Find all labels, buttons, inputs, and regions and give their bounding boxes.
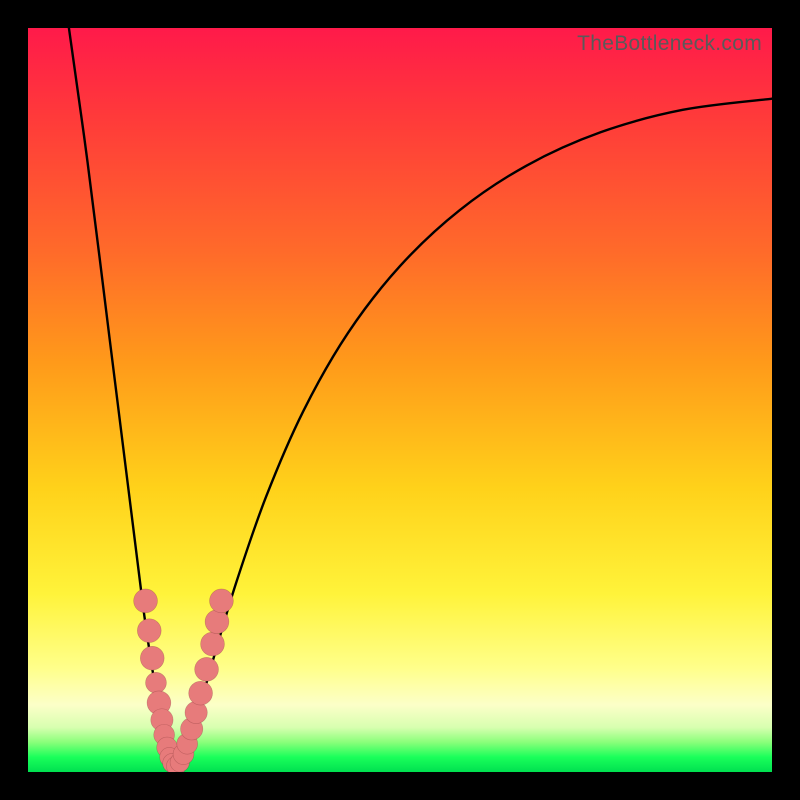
chart-overlay bbox=[28, 28, 772, 772]
watermark-text: TheBottleneck.com bbox=[577, 32, 762, 56]
bead-marker bbox=[195, 657, 219, 681]
bead-cluster bbox=[134, 589, 234, 772]
bead-marker bbox=[205, 610, 229, 634]
bead-marker bbox=[140, 646, 164, 670]
bead-marker bbox=[134, 589, 158, 613]
bead-marker bbox=[189, 681, 213, 705]
bead-marker bbox=[210, 589, 234, 613]
chart-frame: TheBottleneck.com bbox=[0, 0, 800, 800]
bead-marker bbox=[137, 619, 161, 643]
plot-area: TheBottleneck.com bbox=[28, 28, 772, 772]
bead-marker bbox=[201, 632, 225, 656]
bead-marker bbox=[146, 672, 167, 693]
bottleneck-curve bbox=[69, 28, 772, 771]
